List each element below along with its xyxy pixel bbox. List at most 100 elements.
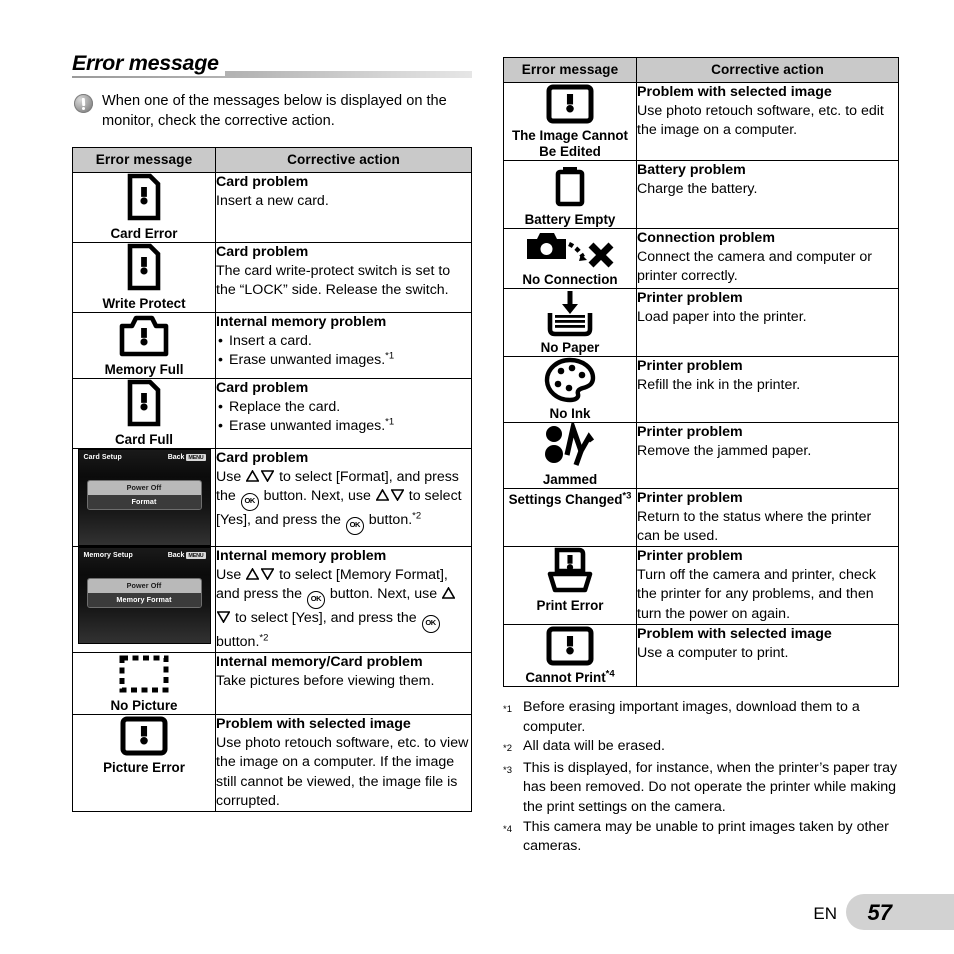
action-bullet-list: Replace the card.Erase unwanted images.*… <box>216 398 471 437</box>
action-title: Printer problem <box>637 424 743 440</box>
error-message-cell: No Picture <box>72 652 216 716</box>
action-body: Charge the battery. <box>637 180 758 197</box>
error-message-cell: Memory Full <box>72 312 216 379</box>
table-header-row: Error message Corrective action <box>72 147 472 173</box>
action-body: Connect the camera and computer or print… <box>637 248 873 284</box>
error-message-cell: No Paper <box>503 288 637 357</box>
corrective-action-cell: Printer problem Remove the jammed paper. <box>636 422 899 489</box>
table-header-row: Error message Corrective action <box>503 57 899 83</box>
table-row: Settings Changed*3 Printer problem Return … <box>503 487 899 548</box>
corrective-action-cell: Card problem Insert a new card. <box>215 172 472 243</box>
corrective-action-cell: Problem with selected image Use photo ret… <box>636 82 899 161</box>
error-message-cell: Picture Error <box>72 714 216 813</box>
action-bullet: Insert a card. <box>216 332 471 352</box>
action-title: Printer problem <box>637 358 743 374</box>
table-row: No Connection Connection problem Connect t… <box>503 228 899 289</box>
screen-title: Card Setup <box>83 454 122 461</box>
footnote-row: *2 All data will be erased. <box>503 737 899 759</box>
screen-back-label: Back MENU <box>167 454 206 461</box>
corrective-action-cell: Printer problem Return to the status wher… <box>636 487 899 548</box>
action-body: Refill the ink in the printer. <box>637 376 801 393</box>
page-number-badge <box>846 894 954 930</box>
corrective-action-cell: Internal memory/Card problem Take picture… <box>215 652 472 716</box>
footnote-marker: *3 <box>503 764 512 776</box>
action-title: Card problem <box>216 244 309 260</box>
error-message-label: No Ink <box>549 406 591 421</box>
page-title: Error message <box>72 50 225 76</box>
screen-title: Memory Setup <box>83 552 133 559</box>
error-message-label: The Image Cannot Be Edited <box>511 128 629 159</box>
screen-menu-box: Power Off Memory Format <box>86 578 202 608</box>
error-message-label: No Paper <box>540 340 600 355</box>
error-message-label: Picture Error <box>103 760 185 776</box>
triangle-up-icon <box>245 468 260 482</box>
no-connection-icon <box>504 229 636 269</box>
corrective-action-cell: Connection problem Connect the camera and… <box>636 228 899 289</box>
action-title: Problem with selected image <box>637 626 832 643</box>
screen-menu-item[interactable]: Memory Format <box>87 592 201 607</box>
card-error-icon <box>73 173 215 223</box>
error-message-cell: The Image Cannot Be Edited <box>503 82 637 161</box>
error-message-cell: No Connection <box>503 228 637 289</box>
card-write-protect-icon <box>73 243 215 293</box>
footnote-row: *4 This camera may be unable to print ima… <box>503 818 899 857</box>
action-title: Problem with selected image <box>216 716 411 733</box>
error-message-label: Memory Full <box>104 362 184 377</box>
table-row: Jammed Printer problem Remove the jammed p… <box>503 418 899 489</box>
corrective-action-cell: Problem with selected image Use photo ret… <box>215 714 472 813</box>
corrective-action-cell: Printer problem Turn off the camera and p… <box>636 546 899 626</box>
corrective-action-cell: Card problem The card write-protect switc… <box>215 242 472 313</box>
action-title: Battery problem <box>637 162 746 178</box>
corrective-action-cell: Battery problem Charge the battery. <box>636 160 899 229</box>
table-row: Write Protect Card problem The card write-… <box>72 242 472 313</box>
action-title: Problem with selected image <box>637 84 832 100</box>
manual-page: Error message When one of the messages b… <box>0 0 954 954</box>
corrective-action-cell: Card problem Use to select [Format], and … <box>215 448 472 547</box>
card-full-icon <box>73 379 215 429</box>
action-bullet: Replace the card. <box>216 398 471 418</box>
footnote-text: This is displayed, for instance, when th… <box>523 759 898 815</box>
error-message-label: Write Protect <box>102 296 186 311</box>
cannot-print-icon <box>504 625 636 667</box>
action-body: The card write-protect switch is set to … <box>216 262 451 298</box>
screen-back-label: Back MENU <box>167 552 206 559</box>
triangle-down-icon <box>260 567 275 581</box>
corrective-action-cell: Card problem Replace the card.Erase unwan… <box>215 378 472 449</box>
section-heading: Error message <box>72 50 472 80</box>
screen-menu-item[interactable]: Power Off <box>87 579 201 593</box>
error-message-cell: Card Full <box>72 378 216 449</box>
table-row: No Ink Printer problem Refill the ink in t… <box>503 356 899 423</box>
footnote-row: *3 This is displayed, for instance, when … <box>503 759 899 818</box>
table-row: Memory Full Internal memory problem Insert… <box>72 312 472 379</box>
error-message-label: Card Full <box>114 432 174 447</box>
table-row: No Picture Internal memory/Card problem Ta… <box>72 652 472 716</box>
screen-menu-item[interactable]: Format <box>87 494 201 509</box>
battery-empty-icon <box>504 161 636 209</box>
action-title: Internal memory problem <box>216 548 387 564</box>
ok-button-icon: OK <box>421 614 440 633</box>
no-paper-icon <box>504 289 636 337</box>
error-message-cell: Card Setup Back MENU Power Off Format <box>72 448 216 547</box>
triangle-down-icon <box>260 469 275 483</box>
action-body: Use to select [Format], and press the OK… <box>216 468 471 535</box>
action-title: Card problem <box>216 174 309 190</box>
header-error-message: Error message <box>72 147 216 173</box>
action-title: Connection problem <box>637 230 775 246</box>
error-message-cell: Settings Changed*3 <box>503 487 637 548</box>
error-message-label: No Picture <box>110 698 178 714</box>
language-label: EN <box>813 904 837 923</box>
image-cannot-be-edited-icon <box>504 83 636 125</box>
action-title: Card problem <box>216 380 309 396</box>
action-body: Turn off the camera and printer, check t… <box>637 566 876 622</box>
action-body: Return to the status where the printer c… <box>637 508 872 544</box>
action-body: Insert a new card. <box>216 192 329 209</box>
error-message-cell: No Ink <box>503 356 637 423</box>
action-bullet: Erase unwanted images.*1 <box>216 351 471 371</box>
table-row: Cannot Print*4 Problem with selected imag… <box>503 624 899 688</box>
error-message-cell: Jammed <box>503 418 637 489</box>
left-column: Error message When one of the messages b… <box>72 50 472 813</box>
error-message-label: Battery Empty <box>524 212 616 227</box>
action-body: Remove the jammed paper. <box>637 442 812 459</box>
action-body: Use a computer to print. <box>637 644 789 661</box>
screen-menu-item[interactable]: Power Off <box>87 481 201 495</box>
